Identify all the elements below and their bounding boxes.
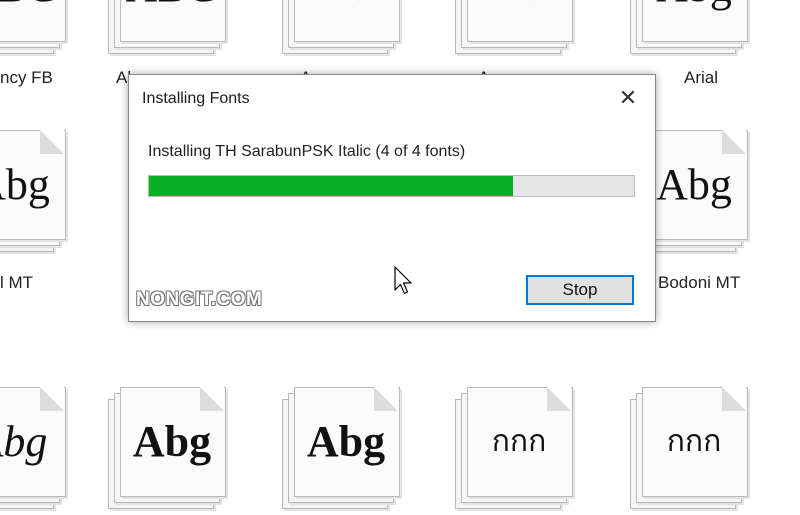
font-file-icon[interactable]: Abg xyxy=(0,128,78,258)
install-status-text: Installing TH SarabunPSK Italic (4 of 4 … xyxy=(148,143,466,160)
font-file-label: Bodoni MT xyxy=(658,273,741,292)
dialog-title: Installing Fonts xyxy=(142,90,250,107)
font-file-icon[interactable]: กกฎ xyxy=(455,0,585,60)
font-file-icon[interactable]: กกก xyxy=(630,385,760,515)
progress-fill xyxy=(149,176,513,196)
install-progress-bar xyxy=(148,175,635,197)
font-preview: Abg xyxy=(132,416,212,466)
font-preview: Abg xyxy=(0,416,48,466)
font-file-label: l MT xyxy=(0,273,34,292)
font-file-icon[interactable]: Abg xyxy=(108,385,238,515)
mouse-pointer-icon xyxy=(394,266,412,295)
font-file-icon[interactable]: ABG xyxy=(0,0,78,60)
font-file-icon[interactable]: Abg xyxy=(630,0,760,60)
font-preview: กกก xyxy=(491,424,547,458)
font-preview: Abg xyxy=(642,0,746,40)
font-preview: กกก xyxy=(666,424,722,458)
font-file-icon[interactable]: Abg xyxy=(282,385,412,515)
font-preview: ABG xyxy=(0,0,64,40)
installing-fonts-dialog: Installing Fonts ✕ Installing TH Sarabun… xyxy=(128,74,656,322)
font-preview: กกฎ xyxy=(467,0,571,40)
font-file-label: ncy FB xyxy=(0,68,53,87)
font-preview: Abg xyxy=(0,159,50,209)
close-icon[interactable]: ✕ xyxy=(615,85,641,111)
font-preview: Abg xyxy=(306,416,386,466)
font-file-icon[interactable]: กกก xyxy=(455,385,585,515)
stop-button[interactable]: Stop xyxy=(526,275,634,305)
font-file-icon[interactable]: ABG xyxy=(108,0,238,60)
watermark: NONGIT.COM xyxy=(136,289,263,310)
font-preview: ABG xyxy=(120,0,224,40)
font-preview: กกฎ xyxy=(294,0,398,40)
font-file-icon[interactable]: Abg xyxy=(0,385,78,515)
font-file-label: Arial xyxy=(684,68,719,87)
font-file-icon[interactable]: กกฎ xyxy=(282,0,412,60)
font-preview: Abg xyxy=(656,159,732,209)
